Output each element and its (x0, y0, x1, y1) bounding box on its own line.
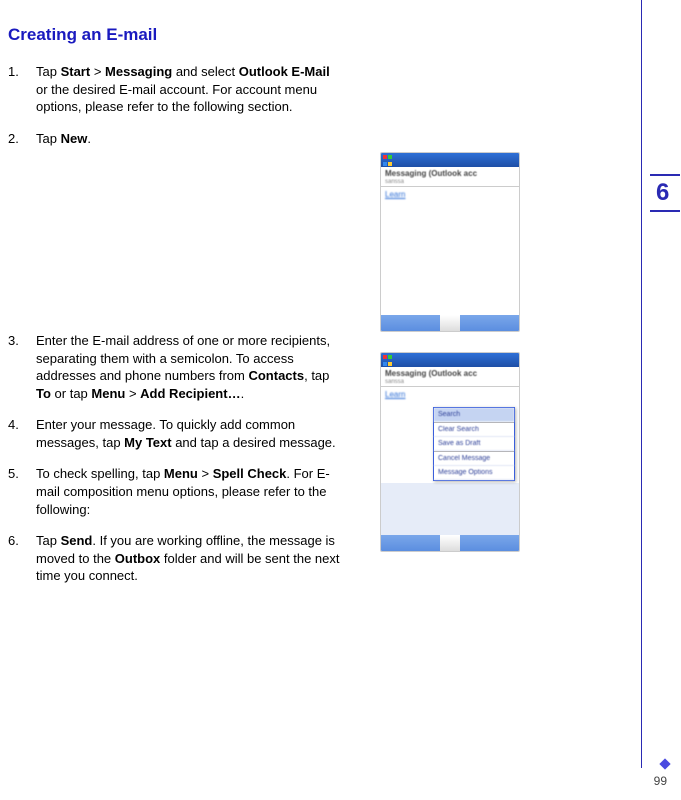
step-number: 6. (8, 532, 36, 585)
screenshot-compose-menu: Messaging (Outlook acc sarissa Learn Sea… (380, 352, 520, 552)
step-2: 2. Tap New. (8, 130, 500, 148)
app-body: Learn Search Clear Search Save as Draft … (381, 387, 519, 483)
page-number: 99 (654, 774, 667, 788)
start-icon (382, 354, 394, 366)
step-number: 5. (8, 465, 36, 518)
page: Creating an E-mail 1. Tap Start > Messag… (0, 0, 681, 800)
app-title: Messaging (Outlook acc (385, 369, 515, 379)
softkey-bar (381, 315, 519, 331)
device-topbar (381, 353, 519, 367)
chapter-tab: 6 (650, 174, 680, 212)
menu-item: Save as Draft (434, 437, 514, 451)
step-text: To check spelling, tap Menu > Spell Chec… (36, 465, 344, 518)
step-number: 2. (8, 130, 36, 148)
section-heading: Creating an E-mail (8, 25, 500, 45)
app-body: Learn (381, 187, 519, 315)
side-strip (641, 0, 681, 768)
learn-link: Learn (385, 390, 405, 399)
learn-link: Learn (385, 190, 405, 199)
step-text: Enter the E-mail address of one or more … (36, 332, 344, 402)
step-1: 1. Tap Start > Messaging and select Outl… (8, 63, 500, 116)
menu-item: Search (434, 408, 514, 422)
app-header: Messaging (Outlook acc sarissa (381, 167, 519, 187)
app-header: Messaging (Outlook acc sarissa (381, 367, 519, 387)
step-text: Tap Start > Messaging and select Outlook… (36, 63, 344, 116)
step-number: 4. (8, 416, 36, 451)
step-number: 1. (8, 63, 36, 116)
menu-item: Cancel Message (434, 452, 514, 466)
menu-dropdown: Search Clear Search Save as Draft Cancel… (433, 407, 515, 481)
device-topbar (381, 153, 519, 167)
step-text: Tap Send. If you are working offline, th… (36, 532, 344, 585)
softkey-bar (381, 535, 519, 551)
step-text: Tap New. (36, 130, 344, 148)
screenshot-inbox: Messaging (Outlook acc sarissa Learn (380, 152, 520, 332)
app-subtitle: sarissa (385, 179, 515, 186)
app-title: Messaging (Outlook acc (385, 169, 515, 179)
app-subtitle: sarissa (385, 379, 515, 386)
menu-item: Message Options (434, 466, 514, 480)
chapter-number: 6 (656, 179, 669, 207)
menu-item: Clear Search (434, 423, 514, 437)
step-number: 3. (8, 332, 36, 402)
keyboard-area (381, 483, 519, 535)
start-icon (382, 154, 394, 166)
step-text: Enter your message. To quickly add commo… (36, 416, 344, 451)
